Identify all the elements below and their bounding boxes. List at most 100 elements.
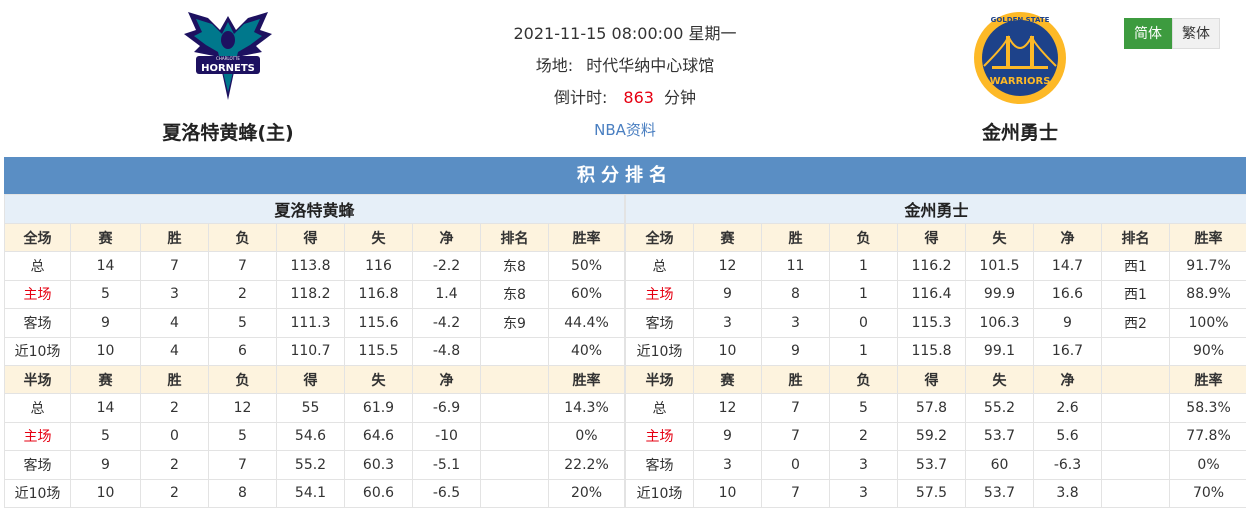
column-header: 失 — [965, 222, 1035, 253]
nba-info-link[interactable]: NBA资料 — [594, 121, 656, 139]
table-cell: 53.7 — [965, 478, 1035, 508]
table-cell: 2 — [208, 279, 277, 310]
table-cell: 118.2 — [276, 279, 345, 310]
column-header: 胜率 — [547, 222, 626, 253]
warriors-logo[interactable]: GOLDEN STATE WARRIORS — [970, 8, 1070, 108]
table-cell: 91.7% — [1169, 251, 1246, 281]
table-cell: 58.3% — [1169, 393, 1246, 423]
table-cell: 60.6 — [344, 478, 413, 508]
table-cell — [1101, 450, 1171, 480]
table-cell: 12 — [693, 393, 763, 423]
column-header: 净 — [1033, 222, 1103, 253]
column-header: 排名 — [1101, 222, 1171, 253]
table-cell: 9 — [70, 450, 141, 480]
table-cell: 1 — [829, 279, 899, 310]
table-row: 近10场 10 7 3 57.5 53.7 3.8 70% — [625, 478, 1246, 508]
table-row: 客场 9 2 7 55.2 60.3 -5.1 22.2% — [4, 450, 626, 480]
column-header: 得 — [897, 364, 967, 395]
table-row: 总 14 2 12 55 61.9 -6.9 14.3% — [4, 393, 626, 423]
table-cell — [480, 478, 549, 508]
table-cell: 8 — [761, 279, 831, 310]
table-cell — [1101, 421, 1171, 452]
table-cell: 3 — [693, 450, 763, 480]
table-cell: 10 — [693, 336, 763, 366]
traditional-chinese-button[interactable]: 繁体 — [1172, 18, 1220, 49]
table-cell: 40% — [547, 336, 626, 366]
home-team-block: CHARLOTTE HORNETS 夏洛特黄蜂(主) — [118, 8, 338, 145]
table-cell: 116 — [344, 251, 413, 281]
table-cell: 9 — [70, 308, 141, 338]
table-cell: 115.6 — [344, 308, 413, 338]
row-label: 近10场 — [625, 336, 695, 366]
table-cell: 5 — [829, 393, 899, 423]
table-cell: 7 — [208, 251, 277, 281]
row-label: 主场 — [625, 279, 695, 310]
table-cell: -4.8 — [412, 336, 481, 366]
row-label: 客场 — [4, 450, 71, 480]
table-cell: 14.7 — [1033, 251, 1103, 281]
table-cell: 54.1 — [276, 478, 345, 508]
column-header: 负 — [208, 222, 277, 253]
table-cell: -10 — [412, 421, 481, 452]
table-row: 总 12 11 1 116.2 101.5 14.7 西1 91.7% — [625, 251, 1246, 281]
table-cell: 88.9% — [1169, 279, 1246, 310]
table-cell — [480, 450, 549, 480]
away-team-name: 金州勇士 — [981, 122, 1058, 144]
table-cell: 1.4 — [412, 279, 481, 310]
table-cell: 53.7 — [897, 450, 967, 480]
hornets-logo[interactable]: CHARLOTTE HORNETS — [178, 8, 278, 108]
table-cell: 14 — [70, 251, 141, 281]
table-cell: 50% — [547, 251, 626, 281]
logo-lettering: HORNETS — [201, 63, 255, 74]
table-row: 客场 3 0 3 53.7 60 -6.3 0% — [625, 450, 1246, 480]
column-header: 半场 — [625, 364, 695, 395]
table-cell: 0% — [1169, 450, 1246, 480]
away-table-body: 金州勇士 全场赛胜负得失净排名 胜率总 12 11 1 116.2 101.5 14.7 西1 91… — [625, 194, 1246, 508]
match-countdown: 倒计时: 863 分钟 — [470, 82, 780, 114]
table-cell: 西1 — [1101, 279, 1171, 310]
table-cell: 10 — [693, 478, 763, 508]
simplified-chinese-button[interactable]: 简体 — [1124, 18, 1172, 49]
row-label: 客场 — [625, 308, 695, 338]
column-header: 半场 — [4, 364, 71, 395]
table-cell: 5 — [70, 279, 141, 310]
column-header: 净 — [412, 222, 481, 253]
column-header: 赛 — [70, 222, 141, 253]
table-row: 客场 3 3 0 115.3 106.3 9 西2 100% — [625, 308, 1246, 338]
table-cell: 61.9 — [344, 393, 413, 423]
table-cell: 东9 — [480, 308, 549, 338]
table-cell: 99.1 — [965, 336, 1035, 366]
table-cell: 5 — [70, 421, 141, 452]
row-label: 近10场 — [4, 336, 71, 366]
table-cell: -6.9 — [412, 393, 481, 423]
row-label: 客场 — [4, 308, 71, 338]
table-cell: 2 — [140, 478, 209, 508]
column-header: 失 — [344, 222, 413, 253]
row-label: 主场 — [4, 279, 71, 310]
table-cell: 8 — [208, 478, 277, 508]
table-cell: 西1 — [1101, 251, 1171, 281]
table-row: 近10场 10 4 6 110.7 115.5 -4.8 40% — [4, 336, 626, 366]
table-cell: 22.2% — [547, 450, 626, 480]
standings-title: 积分排名 — [4, 157, 1246, 194]
table-cell: 2 — [140, 393, 209, 423]
column-header: 胜 — [761, 364, 831, 395]
away-table-team-name: 金州勇士 — [625, 194, 1246, 224]
table-cell: 4 — [140, 308, 209, 338]
table-cell: 116.2 — [897, 251, 967, 281]
table-cell: 55 — [276, 393, 345, 423]
row-label: 近10场 — [625, 478, 695, 508]
table-cell: 16.7 — [1033, 336, 1103, 366]
table-cell: 55.2 — [276, 450, 345, 480]
table-cell: 3 — [829, 478, 899, 508]
full-header-row: 全场赛胜负得失净排名 胜率 — [625, 222, 1246, 253]
full-header-row: 全场赛胜负得失净排名 胜率 — [4, 222, 626, 253]
column-header: 全场 — [625, 222, 695, 253]
table-row: 主场 9 8 1 116.4 99.9 16.6 西1 88.9% — [625, 279, 1246, 310]
table-cell: 106.3 — [965, 308, 1035, 338]
table-row: 主场 9 7 2 59.2 53.7 5.6 77.8% — [625, 421, 1246, 452]
column-header: 负 — [829, 222, 899, 253]
table-cell: 57.5 — [897, 478, 967, 508]
away-standings-table: 金州勇士 全场赛胜负得失净排名 胜率总 12 11 1 116.2 101.5 14.7 西1 91… — [625, 194, 1246, 508]
table-cell: 59.2 — [897, 421, 967, 452]
